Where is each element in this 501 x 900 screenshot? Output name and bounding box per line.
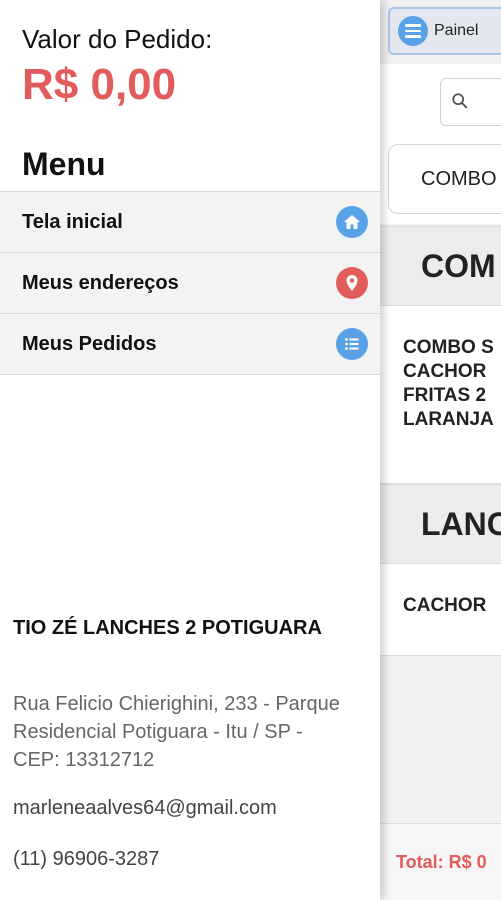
location-pin-icon [336,267,368,299]
painel-button[interactable]: Painel [388,7,501,55]
side-drawer: Valor do Pedido: R$ 0,00 Menu Tela inici… [0,0,380,900]
product-item[interactable]: CACHOR [380,564,501,656]
painel-label: Painel [434,22,479,39]
store-email: marleneaalves64@gmail.com [13,797,277,819]
menu-heading: Menu [22,146,106,182]
store-address: Rua Felicio Chierighini, 233 - Parque Re… [13,693,340,771]
home-icon [336,206,368,238]
menu-item-addresses[interactable]: Meus endereços [0,253,380,314]
category-tab-combo[interactable]: COMBO [388,144,501,214]
store-name: TIO ZÉ LANCHES 2 POTIGUARA [13,617,322,639]
search-input[interactable] [440,78,501,126]
menu-item-label: Meus Pedidos [22,332,157,355]
menu-list: Tela inicial Meus endereços Meus Pedidos [0,191,380,375]
product-item[interactable]: COMBO S CACHOR FRITAS 2 LARANJA [380,306,501,484]
menu-item-home[interactable]: Tela inicial [0,192,380,253]
order-value-label: Valor do Pedido: [22,24,213,54]
menu-item-orders[interactable]: Meus Pedidos [0,314,380,375]
store-phone: (11) 96906-3287 [13,848,160,870]
list-icon [336,328,368,360]
total-bar: Total: R$ 0 [380,823,501,900]
menu-item-label: Tela inicial [22,210,123,233]
section-heading-combos: COM [380,226,501,306]
main-page: Painel COMBO COM COMBO S CACHOR FRITAS 2… [380,0,501,900]
search-icon [452,93,468,109]
menu-list-icon [398,16,428,46]
section-heading-lanches: LANC [380,484,501,564]
order-value: R$ 0,00 [22,60,177,109]
menu-item-label: Meus endereços [22,271,179,294]
